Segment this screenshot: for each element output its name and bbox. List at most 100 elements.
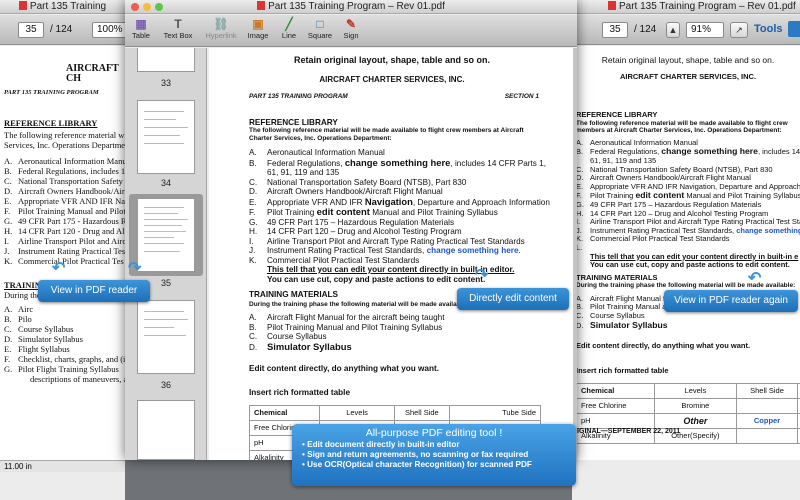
left-toolbar: 35 / 124 100% [0, 15, 125, 45]
thumbnail-sidebar[interactable]: 33 34 35 36 [125, 48, 207, 460]
editor-ref-item-text[interactable]: Airline Transport Pilot and Aircraft Typ… [267, 237, 525, 246]
editor-ref-item-text[interactable]: Commercial Pilot Practical Test Standard… [267, 256, 419, 265]
tool-button-hyperlink[interactable]: ⛓ Hyperlink [201, 17, 241, 40]
editor-ref-item-text[interactable]: National Transportation Safety Board (NT… [267, 178, 466, 187]
right-table-cell[interactable] [735, 398, 799, 415]
editor-ref-item[interactable]: G. 49 CFR Part 175 – Hazardous Regulation… [249, 218, 575, 228]
editor-ref-item-bold[interactable]: Navigation [365, 196, 413, 207]
callout-directly-edit-content: Directly edit content [457, 288, 569, 310]
right-table-cell[interactable]: Bromine [653, 398, 737, 415]
left-training-item-key: A. [4, 304, 13, 314]
editor-training-item[interactable]: A. Aircraft Flight Manual for the aircraf… [249, 313, 575, 323]
editor-ref-item[interactable]: H. 14 CFR Part 120 – Drug and Alcohol Tes… [249, 227, 575, 237]
thumbnail-page-33-partial[interactable] [137, 48, 195, 72]
editor-ref-item-rest[interactable]: , includes 14 CFR Parts 1, [450, 159, 546, 168]
editor-ref-item-bold[interactable]: change something here [345, 157, 451, 168]
editor-doc-program[interactable]: PART 135 TRAINING PROGRAM [249, 93, 348, 100]
share-icon[interactable] [788, 21, 800, 37]
editor-ref-item[interactable]: E. Appropriate VFR AND IFR Navigation, De… [249, 196, 575, 208]
tool-label: Table [132, 31, 150, 40]
editor-ref-item-text[interactable]: 49 CFR Part 175 – Hazardous Regulation M… [267, 218, 454, 227]
page-up-button[interactable]: ▲ [666, 22, 680, 38]
editor-highlight-1[interactable]: This tell that you can edit your content… [267, 265, 575, 275]
editor-ref-item-text[interactable]: 14 CFR Part 120 – Drug and Alcohol Testi… [267, 227, 462, 236]
editor-ref-item-text[interactable]: Aircraft Owners Handbook/Aircraft Flight… [267, 187, 443, 196]
right-table-cell[interactable]: Levels [653, 383, 737, 400]
editor-training-item-text[interactable]: Aircraft Flight Manual for the aircraft … [267, 313, 444, 322]
expand-button[interactable]: ↗ [730, 22, 748, 38]
editor-ref-item-rest[interactable]: . [519, 246, 521, 255]
thumbnail-page-35[interactable] [137, 198, 195, 272]
editor-ref-item[interactable]: B. Federal Regulations, change something … [249, 157, 575, 169]
editor-training-item-text[interactable]: Simulator Syllabus [267, 341, 352, 352]
right-table-cell[interactable]: Chemical [576, 383, 655, 400]
editor-ref-item-rest[interactable]: , Departure and Approach Information [413, 198, 550, 207]
editor-table-cell[interactable]: Shell Side [393, 405, 451, 421]
zoom-window-button[interactable] [155, 3, 163, 11]
editor-highlight-2[interactable]: You can use cut, copy and paste actions … [267, 275, 575, 285]
editor-ref-item[interactable]: F. Pilot Training edit content Manual and… [249, 207, 575, 218]
editor-table-cell[interactable]: Chemical [248, 405, 321, 421]
left-ref-item-key: E. [4, 196, 12, 206]
editor-ref-item-key: D. [249, 187, 258, 196]
tool-button-image[interactable]: ▣ Image [244, 17, 272, 40]
right-table-cell[interactable]: Other [653, 413, 737, 430]
editor-training-item[interactable]: D. Simulator Syllabus [249, 341, 575, 353]
square-icon: □ [316, 17, 324, 31]
tools-menu[interactable]: Tools [754, 23, 783, 35]
editor-ref-item-text[interactable]: 61, 91, 119 and 135 [267, 168, 339, 177]
editor-ref-item-bold[interactable]: edit content [317, 206, 370, 217]
tool-button-sign[interactable]: ✎ Sign [337, 17, 365, 40]
tool-button-square[interactable]: □ Square [306, 17, 334, 40]
right-training-item-text: Simulator Syllabus [590, 319, 668, 330]
left-doc-program: PART 135 TRAINING PROGRAM [4, 89, 99, 96]
right-page-number-field[interactable]: 35 [602, 22, 628, 38]
thumbnail-page-36[interactable] [137, 300, 195, 374]
editor-ref-item-rest[interactable]: Manual and Pilot Training Syllabus [370, 208, 498, 217]
editor-edit-anything[interactable]: Edit content directly, do anything what … [249, 364, 575, 374]
editor-ref-intro[interactable]: The following reference material will be… [249, 127, 539, 142]
editor-ref-item[interactable]: K. Commercial Pilot Practical Test Standa… [249, 256, 575, 266]
right-table-cell[interactable]: Free Chlorine [576, 398, 655, 415]
minimize-window-button[interactable] [143, 3, 151, 11]
right-table-cell[interactable]: Copper [735, 413, 799, 430]
editor-doc-section[interactable]: SECTION 1 [505, 92, 539, 102]
editor-ref-title[interactable]: REFERENCE LIBRARY [249, 118, 575, 128]
editor-ref-item[interactable]: I. Airline Transport Pilot and Aircraft T… [249, 237, 575, 247]
editor-scrollbar[interactable] [573, 48, 577, 460]
right-window-titlebar[interactable]: Part 135 Training Program – Rev 01.pdf [572, 0, 800, 14]
editor-ref-item-text[interactable]: Pilot Training [267, 208, 317, 217]
editor-training-item[interactable]: B. Pilot Training Manual and Pilot Traini… [249, 323, 575, 333]
editor-ref-item-blue[interactable]: change something here [427, 246, 519, 255]
editor-table-cell[interactable]: Tube Side [449, 405, 541, 421]
editor-rich-table-title[interactable]: Insert rich formatted table [249, 388, 575, 398]
left-zoom-field[interactable]: 100% [92, 22, 125, 38]
tool-button-table[interactable]: ▦ Table [127, 17, 155, 40]
center-window-titlebar[interactable]: Part 135 Training Program – Rev 01.pdf [125, 0, 577, 14]
editor-ref-item[interactable]: C. National Transportation Safety Board (… [249, 178, 575, 188]
right-table-cell[interactable] [735, 428, 799, 445]
editor-doc-company[interactable]: AIRCRAFT CHARTER SERVICES, INC. [209, 75, 575, 85]
tool-button-text-box[interactable]: T Text Box [158, 17, 198, 40]
editor-page[interactable]: Retain original layout, shape, table and… [209, 48, 575, 460]
editor-ref-item[interactable]: J. Instrument Rating Practical Test Stand… [249, 246, 575, 256]
left-window-titlebar[interactable]: Part 135 Training [0, 0, 125, 14]
editor-training-item-text[interactable]: Pilot Training Manual and Pilot Training… [267, 323, 442, 332]
close-window-button[interactable] [131, 3, 139, 11]
editor-ref-list[interactable]: A. Aeronautical Information Manual B. Feder… [249, 148, 575, 265]
left-page-number-field[interactable]: 35 [18, 22, 44, 38]
tool-label: Square [307, 31, 333, 40]
thumbnail-page-37-partial[interactable] [137, 400, 195, 460]
editor-ref-item-text[interactable]: Instrument Rating Practical Test Standar… [267, 246, 427, 255]
editor-table-cell[interactable]: Levels [319, 405, 395, 421]
thumbnail-page-34[interactable] [137, 100, 195, 174]
editor-ref-item[interactable]: 61, 91, 119 and 135 [249, 168, 575, 178]
editor-training-list[interactable]: A. Aircraft Flight Manual for the aircraf… [249, 313, 575, 352]
right-table-cell[interactable]: Shell Side [735, 383, 799, 400]
tool-button-line[interactable]: ╱ Line [275, 17, 303, 40]
right-zoom-field[interactable]: 91% [686, 22, 724, 38]
right-table-cell[interactable]: pH [576, 413, 655, 430]
editor-ref-item-text[interactable]: Federal Regulations, [267, 159, 345, 168]
editor-doc-banner[interactable]: Retain original layout, shape, table and… [209, 55, 575, 66]
tool-label: Sign [343, 31, 359, 40]
